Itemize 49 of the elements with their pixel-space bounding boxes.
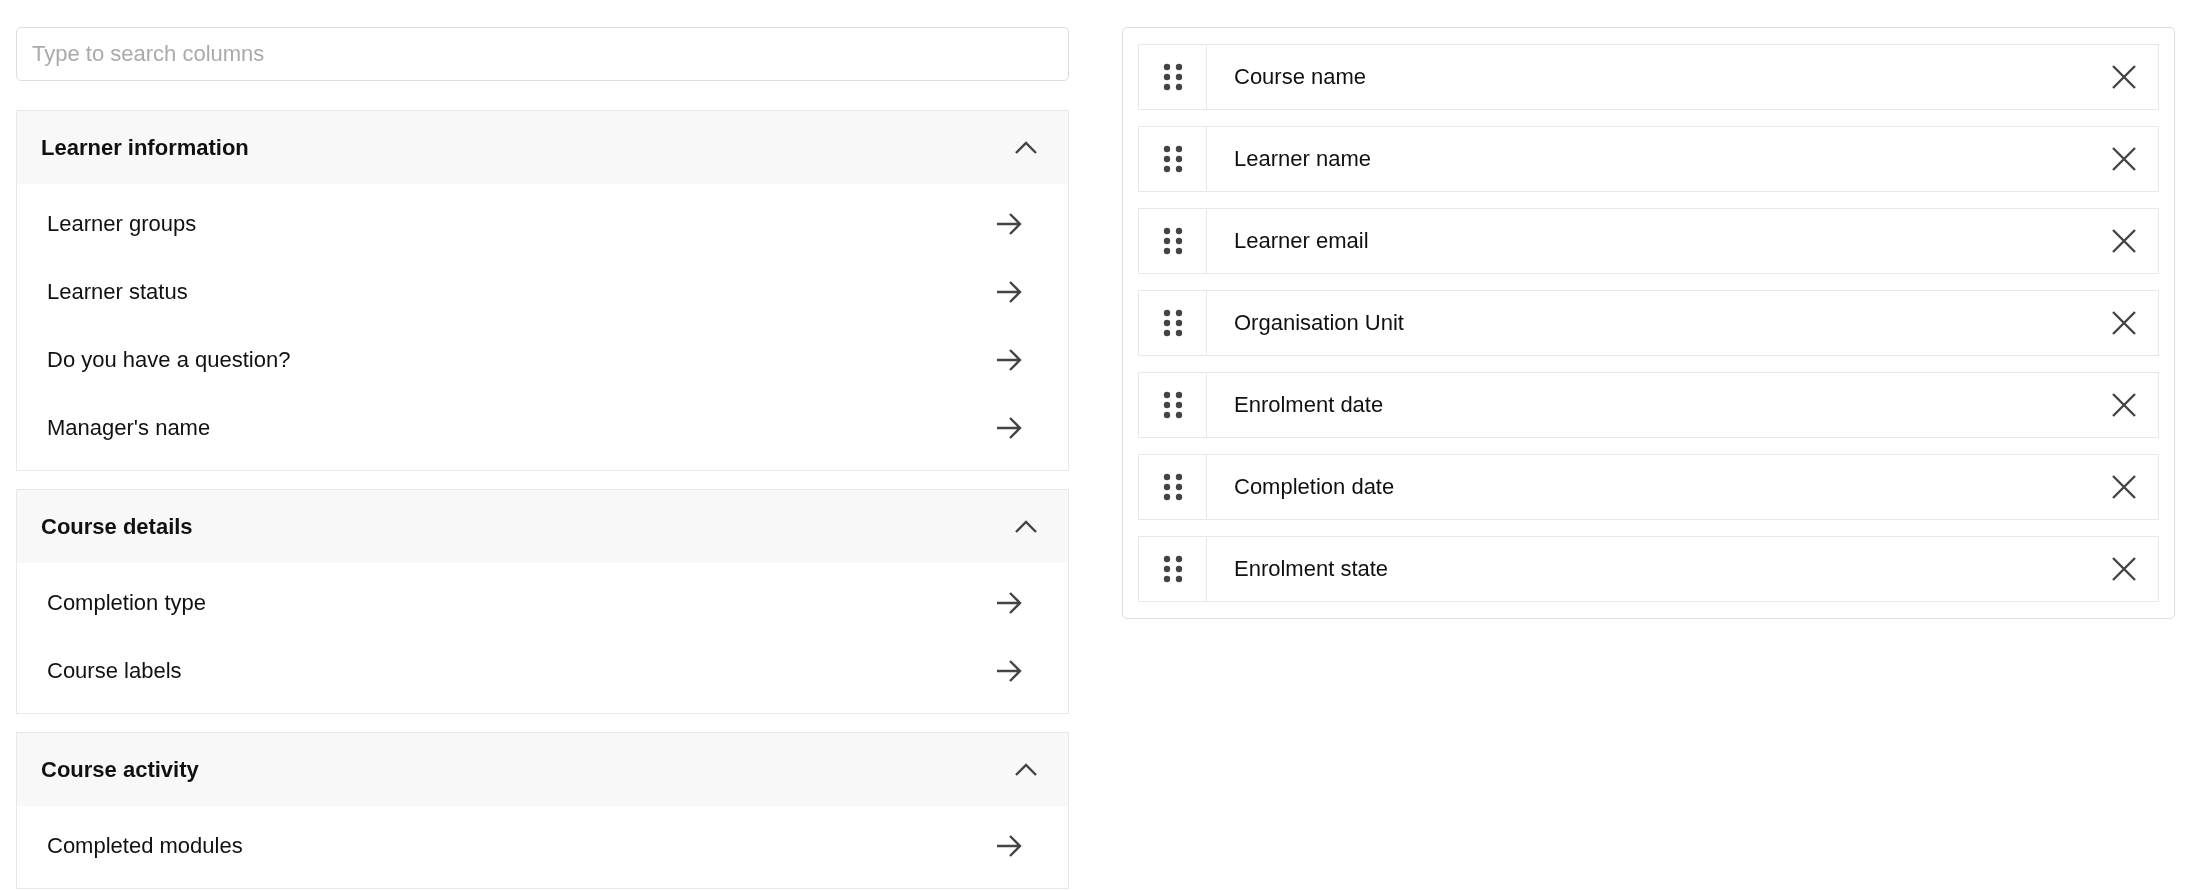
section-header[interactable]: Course activity (17, 733, 1068, 806)
drag-handle-icon[interactable] (1162, 555, 1183, 583)
remove-button[interactable] (2111, 64, 2137, 90)
chevron-up-icon (1014, 762, 1038, 777)
arrow-right-icon (996, 281, 1022, 303)
column-name: Enrolment date (1233, 392, 1385, 418)
arrow-right-icon (996, 349, 1022, 371)
column-name: Enrolment state (1233, 556, 1390, 582)
search-field[interactable]: Type to search columns (16, 27, 1069, 81)
close-icon (2111, 310, 2137, 336)
drag-handle-icon[interactable] (1162, 391, 1183, 419)
drag-handle-icon[interactable] (1162, 473, 1183, 501)
arrow-right-icon (996, 417, 1022, 439)
close-icon (2111, 474, 2137, 500)
chevron-up-icon (1014, 519, 1038, 534)
arrow-right-icon (996, 592, 1022, 614)
remove-button[interactable] (2111, 228, 2137, 254)
column-option[interactable]: Learner status (17, 258, 1068, 326)
chevron-up-icon (1014, 140, 1038, 155)
column-name: Course name (1233, 64, 1368, 90)
remove-button[interactable] (2111, 310, 2137, 336)
arrow-right-icon (996, 213, 1022, 235)
close-icon (2111, 228, 2137, 254)
column-name: Learner name (1233, 146, 1372, 172)
remove-button[interactable] (2111, 474, 2137, 500)
column-name: Completion date (1233, 474, 1396, 500)
section-header[interactable]: Learner information (17, 111, 1068, 184)
remove-button[interactable] (2111, 392, 2137, 418)
column-name: Learner email (1233, 228, 1370, 254)
column-option[interactable]: Course labels (17, 637, 1068, 705)
drag-handle-icon[interactable] (1162, 309, 1183, 337)
column-name: Organisation Unit (1233, 310, 1405, 336)
close-icon (2111, 64, 2137, 90)
column-option[interactable]: Manager's name (17, 394, 1068, 462)
drag-handle-icon[interactable] (1162, 145, 1183, 173)
close-icon (2111, 556, 2137, 582)
section-header[interactable]: Course details (17, 490, 1068, 563)
remove-button[interactable] (2111, 146, 2137, 172)
column-option[interactable]: Completion type (17, 569, 1068, 637)
column-option[interactable]: Do you have a question? (17, 326, 1068, 394)
close-icon (2111, 146, 2137, 172)
arrow-right-icon (996, 835, 1022, 857)
close-icon (2111, 392, 2137, 418)
column-option[interactable]: Completed modules (17, 812, 1068, 880)
column-option[interactable]: Learner groups (17, 190, 1068, 258)
drag-handle-icon[interactable] (1162, 63, 1183, 91)
arrow-right-icon (996, 660, 1022, 682)
remove-button[interactable] (2111, 556, 2137, 582)
drag-handle-icon[interactable] (1162, 227, 1183, 255)
